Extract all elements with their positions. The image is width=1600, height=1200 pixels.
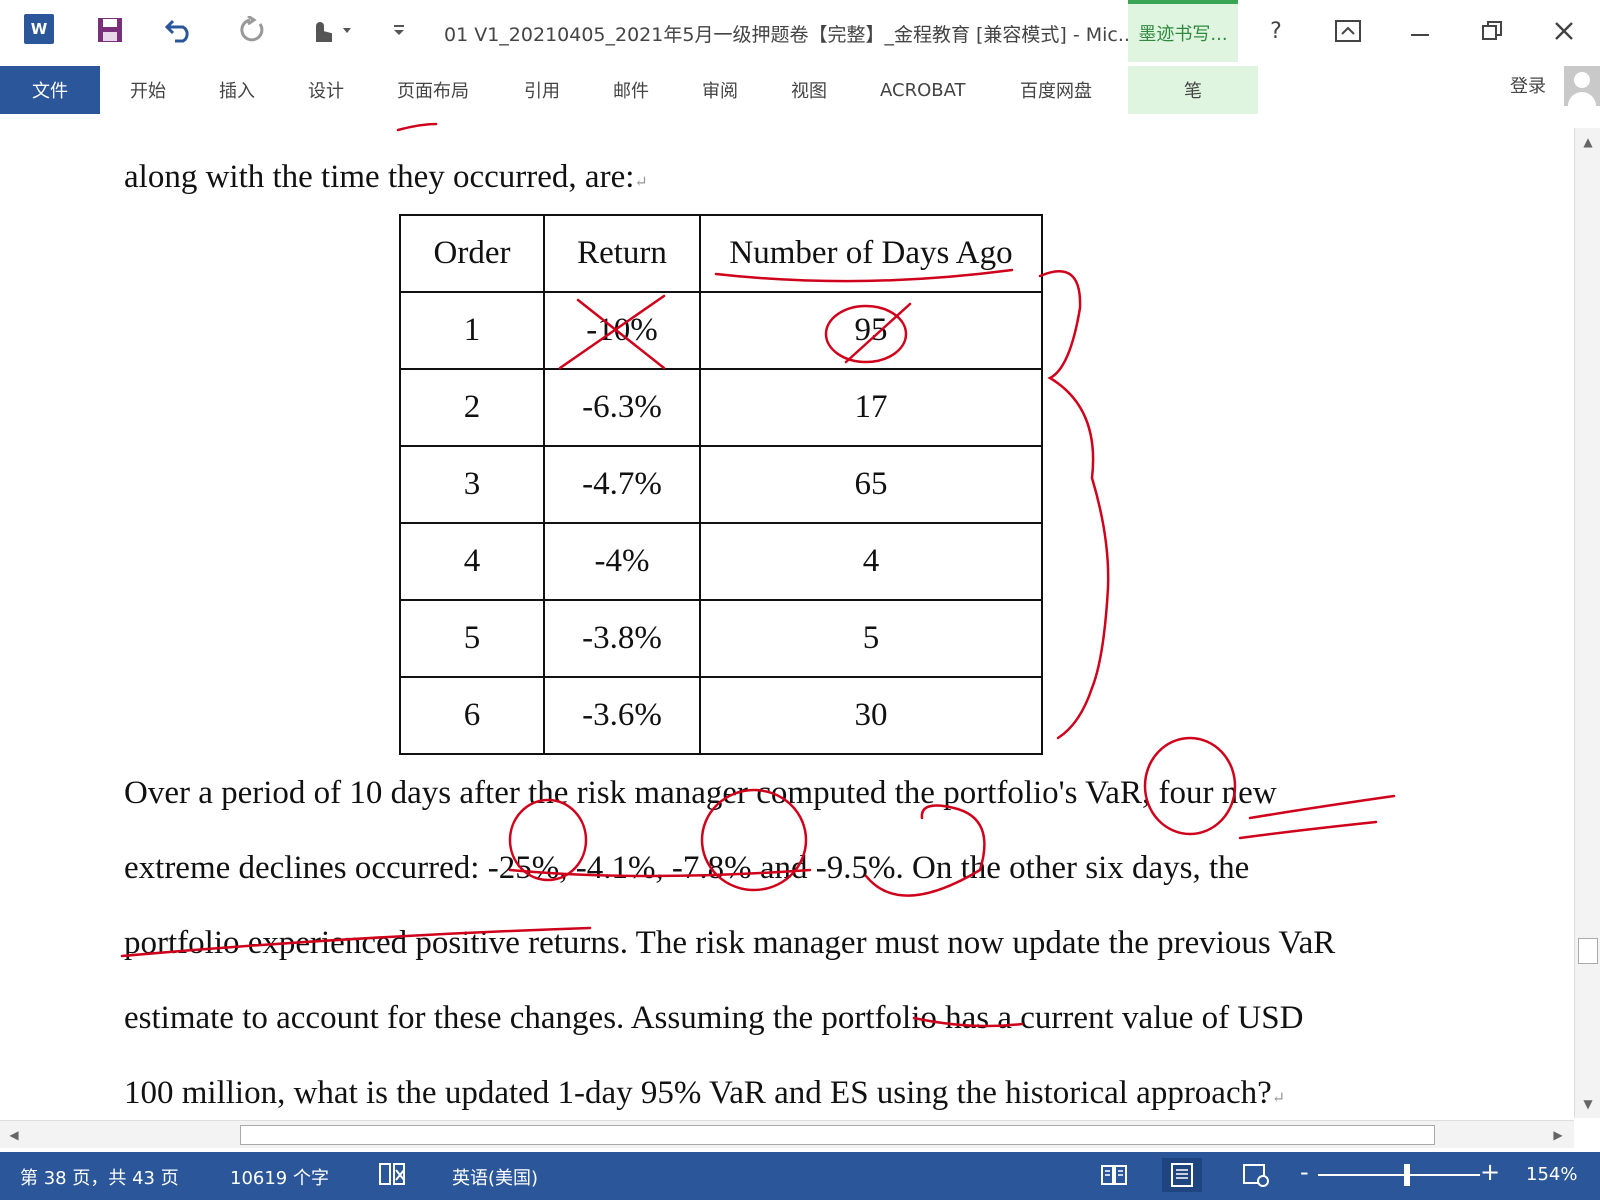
title-bar: W 01 V1_20210405_2021年5月一级押题卷【完整】_金程教育 [… [0,0,1600,62]
tab-acrobat[interactable]: ACROBAT [880,66,966,114]
window-title: 01 V1_20210405_2021年5月一级押题卷【完整】_金程教育 [兼容… [444,24,1136,46]
intro-paragraph: along with the time they occurred, are:↵ [124,140,1385,220]
header-days-ago: Number of Days Ago [699,214,1043,293]
cell-order: 3 [399,445,545,524]
tab-references[interactable]: 引用 [524,66,560,114]
web-layout-icon[interactable] [1236,1158,1276,1192]
document-page[interactable]: along with the time they occurred, are:↵… [0,118,1574,1118]
question-line-2-text: extreme declines occurred: -25%, -4.1%, … [124,850,1250,886]
question-line-4-text: estimate to account for these changes. A… [124,1000,1304,1036]
ink-tools-contextual-tab[interactable]: 墨迹书写... [1128,0,1238,62]
table-row: 5 -3.8% 5 [399,599,1043,678]
paragraph-mark: ↵ [634,174,648,191]
question-line-5-text: 100 million, what is the updated 1-day 9… [124,1075,1272,1111]
word-app-icon[interactable]: W [24,14,54,44]
read-mode-icon[interactable] [1094,1158,1134,1192]
undo-icon[interactable] [160,12,200,48]
customize-toolbar-icon[interactable] [386,12,412,48]
intro-text: along with the time they occurred, are: [124,159,635,195]
ink-brace-table [1038,270,1110,740]
save-icon[interactable] [90,12,130,48]
cell-return: -3.8% [543,599,701,678]
header-order: Order [399,214,545,293]
restore-icon[interactable] [1474,14,1510,48]
zoom-out-button[interactable]: - [1300,1158,1309,1186]
table-row: 1 -10% 95 [399,291,1043,370]
redo-icon[interactable] [232,12,272,48]
help-button[interactable]: ? [1258,14,1294,48]
question-line-2: extreme declines occurred: -25%, -4.1%, … [124,831,1385,906]
avatar[interactable] [1564,66,1600,106]
tab-pen[interactable]: 笔 [1128,66,1258,114]
scroll-left-icon[interactable]: ◀ [4,1125,24,1145]
scroll-right-icon[interactable]: ▶ [1548,1125,1568,1145]
minimize-icon[interactable] [1402,14,1438,48]
ribbon-tab-bar: 文件 开始 插入 设计 页面布局 引用 邮件 审阅 视图 ACROBAT 百度网… [0,66,1600,116]
cell-days-ago: 65 [699,445,1043,524]
tab-mailings[interactable]: 邮件 [613,66,649,114]
question-line-1-text: Over a period of 10 days after the risk … [124,775,1277,811]
status-bar: 第 38 页，共 43 页 10619 个字 英语(美国) - + 154% [0,1152,1600,1200]
vertical-scrollbar[interactable]: ▲ ▼ [1574,128,1600,1118]
tab-insert[interactable]: 插入 [219,66,255,114]
language-indicator[interactable]: 英语(美国) [452,1164,538,1190]
cell-return: -10% [543,291,701,370]
paragraph-mark: ↵ [1271,1090,1286,1107]
cell-order: 2 [399,368,545,447]
tab-page-layout[interactable]: 页面布局 [397,66,469,114]
scroll-down-icon[interactable]: ▼ [1578,1094,1598,1114]
cell-order: 5 [399,599,545,678]
zoom-slider[interactable] [1318,1174,1480,1176]
table-row: 4 -4% 4 [399,522,1043,601]
horizontal-scrollbar[interactable]: ◀ ▶ [0,1120,1574,1148]
question-line-1: Over a period of 10 days after the risk … [124,756,1385,831]
tab-review[interactable]: 审阅 [702,66,738,114]
zoom-in-button[interactable]: + [1480,1158,1500,1186]
question-line-3: portfolio experienced positive returns. … [124,906,1385,981]
cell-days-ago: 95 [699,291,1043,370]
page-count[interactable]: 第 38 页，共 43 页 [20,1164,179,1190]
sign-in-link[interactable]: 登录 [1510,72,1546,98]
table-header-row: Order Return Number of Days Ago [399,214,1043,293]
proofing-icon[interactable] [378,1160,408,1193]
tab-view[interactable]: 视图 [791,66,827,114]
header-return: Return [543,214,701,293]
cell-return: -4.7% [543,445,701,524]
word-logo-letter: W [30,20,48,38]
tab-baidu-netdisk[interactable]: 百度网盘 [1020,66,1092,114]
question-line-3-text: portfolio experienced positive returns. … [124,925,1336,961]
cell-days-ago: 5 [699,599,1043,678]
table-row: 2 -6.3% 17 [399,368,1043,447]
cell-return: -4% [543,522,701,601]
cell-days-ago: 17 [699,368,1043,447]
tab-file[interactable]: 文件 [0,66,100,114]
touch-mode-icon[interactable] [306,12,356,48]
cell-order: 4 [399,522,545,601]
table-row: 6 -3.6% 30 [399,676,1043,755]
scroll-up-icon[interactable]: ▲ [1578,132,1598,152]
vertical-scroll-thumb[interactable] [1578,938,1598,964]
cell-return: -3.6% [543,676,701,755]
zoom-slider-thumb[interactable] [1404,1164,1410,1186]
cell-days-ago: 30 [699,676,1043,755]
close-icon[interactable] [1546,14,1582,48]
cell-order: 1 [399,291,545,370]
tab-home[interactable]: 开始 [130,66,166,114]
horizontal-scroll-thumb[interactable] [240,1125,1435,1145]
table-row: 3 -4.7% 65 [399,445,1043,524]
cell-days-ago: 4 [699,522,1043,601]
cell-return: -6.3% [543,368,701,447]
ink-stroke-top [396,122,438,132]
word-count[interactable]: 10619 个字 [230,1164,329,1190]
cell-order: 6 [399,676,545,755]
returns-table: Order Return Number of Days Ago 1 -10% 9… [399,214,1043,755]
print-layout-icon[interactable] [1162,1158,1202,1192]
tab-design[interactable]: 设计 [308,66,344,114]
zoom-level[interactable]: 154% [1526,1164,1577,1185]
ribbon-display-options-icon[interactable] [1330,14,1366,48]
question-line-5: 100 million, what is the updated 1-day 9… [124,1056,1385,1118]
question-line-4: estimate to account for these changes. A… [124,981,1385,1056]
